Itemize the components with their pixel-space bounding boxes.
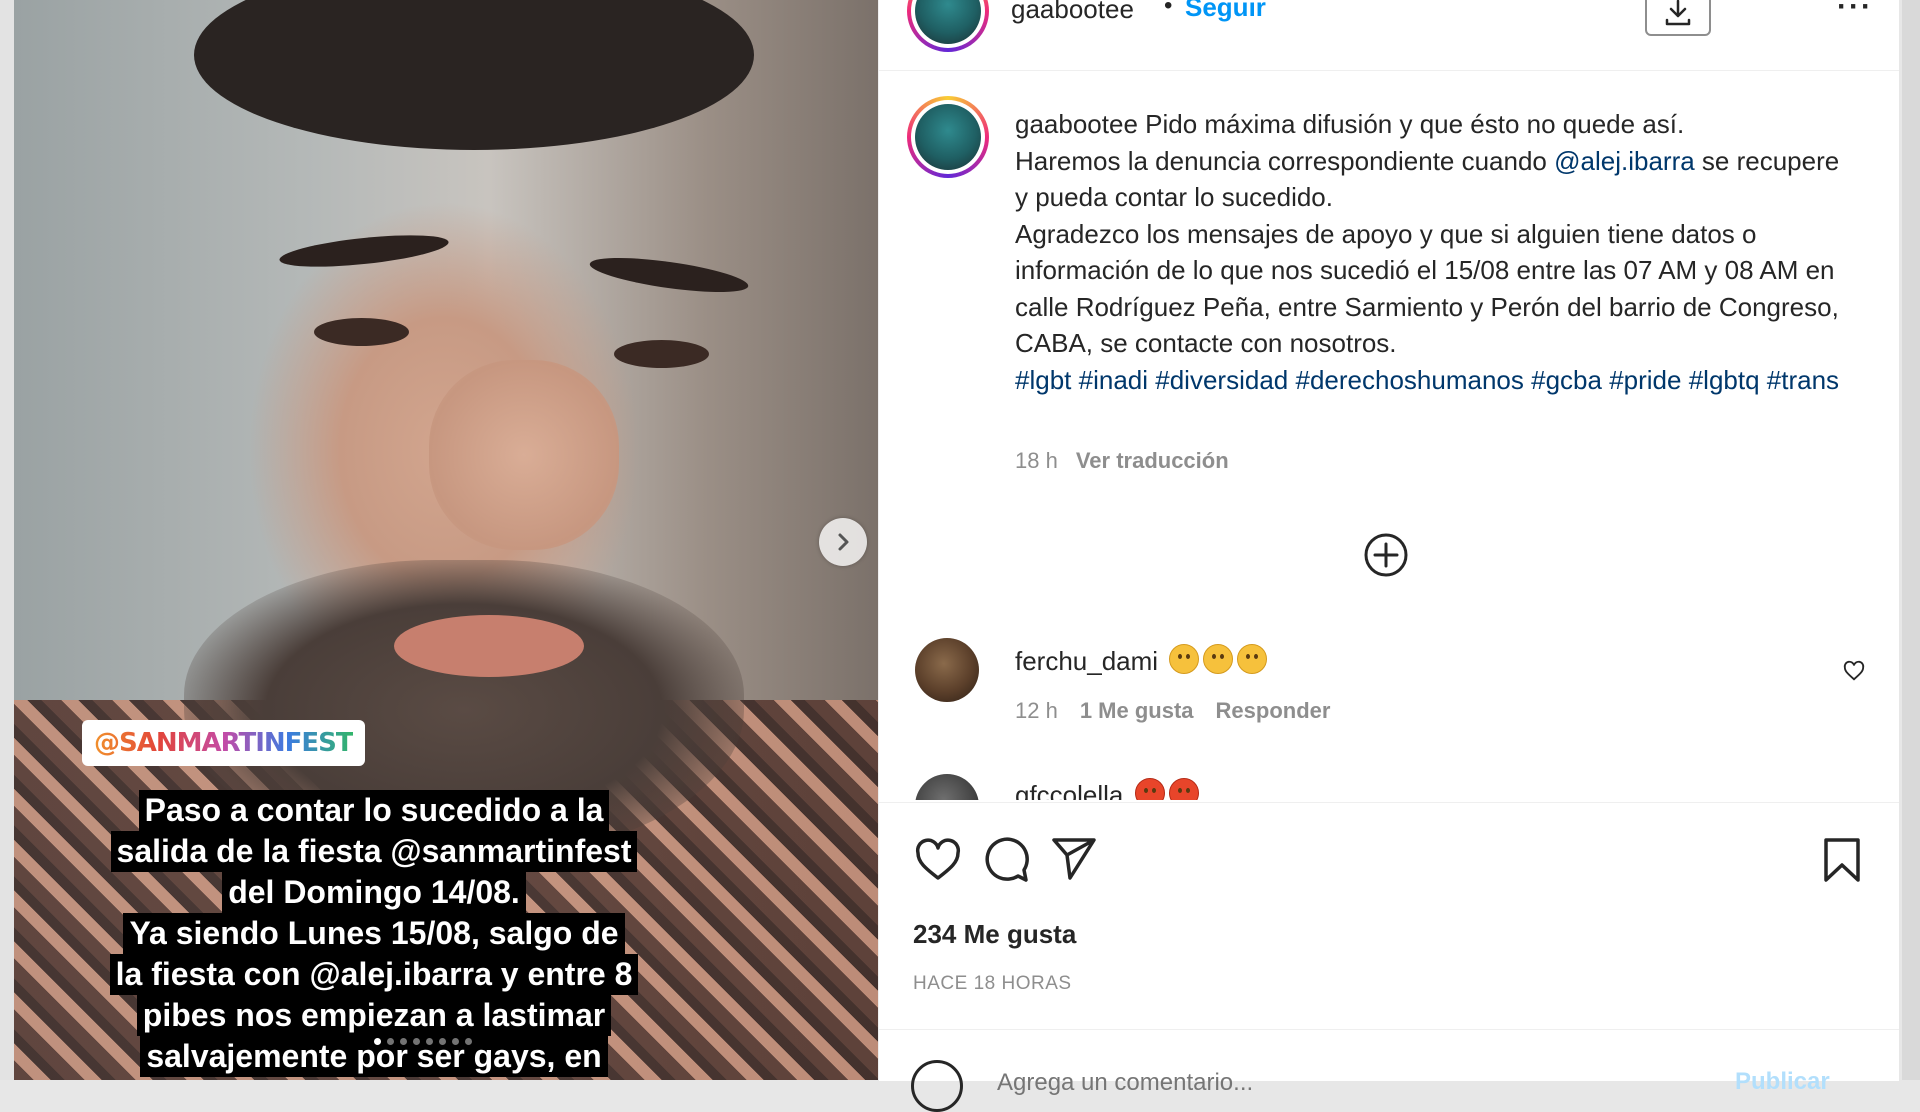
comment-username[interactable]: gfccolella (1015, 780, 1123, 800)
carousel-dot (439, 1038, 446, 1045)
reply-button[interactable]: Responder (1216, 698, 1331, 723)
load-more-comments-icon[interactable] (1363, 532, 1409, 578)
sad-face-emoji (1237, 644, 1268, 674)
sad-face-emoji (1169, 644, 1200, 674)
story-line: salida de la fiesta @sanmartinfest (110, 831, 638, 872)
caption-age: 18 h (1015, 448, 1058, 473)
share-icon[interactable] (1049, 833, 1099, 883)
likes-count[interactable]: 234 Me gusta (913, 919, 1076, 950)
photo-hair (194, 0, 754, 150)
carousel-dot (465, 1038, 472, 1045)
page-backdrop (0, 0, 14, 1080)
hashtag-link[interactable]: #inadi (1079, 365, 1148, 395)
caption-mention-link[interactable]: @alej.ibarra (1554, 146, 1695, 176)
comment-username[interactable]: ferchu_dami (1015, 646, 1158, 676)
comment-item: gfccolella (1015, 778, 1199, 800)
hashtag-link[interactable]: #lgbt (1015, 365, 1071, 395)
publish-button[interactable]: Publicar (1735, 1068, 1830, 1096)
chevron-right-icon (838, 533, 849, 551)
photo-face (429, 360, 619, 550)
story-line: del Domingo 14/08. (222, 872, 526, 913)
hashtag-link[interactable]: #gcba (1531, 365, 1602, 395)
post-timestamp: HACE 18 HORAS (913, 973, 1072, 994)
post-actions: 234 Me gusta HACE 18 HORAS Publicar (879, 802, 1899, 1112)
page-backdrop-right (1902, 0, 1920, 1080)
photo-eye-left (314, 318, 409, 346)
comment-heart-icon[interactable] (1843, 660, 1865, 682)
more-options-button[interactable]: ··· (1837, 0, 1873, 24)
angry-face-emoji (1168, 778, 1199, 800)
heart-icon[interactable] (913, 835, 963, 885)
comment-icon[interactable] (981, 835, 1031, 885)
photo-brow-left (278, 229, 450, 273)
hashtag-link[interactable]: #pride (1609, 365, 1681, 395)
photo-lips (394, 615, 584, 677)
hashtag-link[interactable]: #lgbtq (1689, 365, 1760, 395)
caption-username[interactable]: gaabootee (1015, 109, 1138, 139)
hashtag-link[interactable]: #derechoshumanos (1295, 365, 1523, 395)
story-line: pibes nos empiezan a lastimar (136, 995, 612, 1036)
commenter-avatar[interactable] (915, 638, 979, 702)
emoji-picker-icon[interactable] (911, 1060, 963, 1112)
comment-likes[interactable]: 1 Me gusta (1080, 698, 1194, 723)
caption-text: Agradezco los mensajes de apoyo y que si… (1015, 218, 1839, 359)
caption-text: Pido máxima difusión y que ésto no quede… (1137, 109, 1685, 139)
download-button[interactable] (1645, 0, 1711, 36)
caption-author-avatar[interactable] (907, 96, 989, 178)
story-text: Paso a contar lo sucedido a la salida de… (74, 790, 674, 1077)
comment-input[interactable] (995, 1068, 1599, 1098)
angry-face-emoji (1134, 778, 1165, 800)
story-line: Ya siendo Lunes 15/08, salgo de (123, 913, 625, 954)
bookmark-icon[interactable] (1817, 835, 1867, 885)
post-sidebar: gaabootee • Seguir ··· gaabootee Pido má… (878, 0, 1899, 1112)
hashtag-link[interactable]: #trans (1767, 365, 1839, 395)
caption-text: Haremos la denuncia correspondiente cuan… (1015, 145, 1555, 176)
photo-brow-right (587, 250, 751, 300)
carousel-dot (374, 1038, 381, 1045)
separator-dot: • (1164, 0, 1173, 19)
comments-scroll-area[interactable]: gaabootee • Seguir ··· gaabootee Pido má… (879, 0, 1899, 800)
carousel-dot (413, 1038, 420, 1045)
comment-age: 12 h (1015, 698, 1058, 723)
photo-eye-right (614, 340, 709, 368)
hashtag-link[interactable]: #diversidad (1155, 365, 1288, 395)
author-avatar[interactable] (907, 0, 989, 52)
sad-face-emoji (1203, 644, 1234, 674)
post-header: gaabootee • Seguir ··· (879, 0, 1899, 71)
comment-bar: Publicar (879, 1029, 1899, 1112)
carousel-next-button[interactable] (819, 518, 867, 566)
carousel-dot (387, 1038, 394, 1045)
author-username[interactable]: gaabootee (1011, 0, 1134, 25)
translate-link[interactable]: Ver traducción (1076, 448, 1229, 473)
comment-item: ferchu_dami (1015, 644, 1268, 677)
story-line: Paso a contar lo sucedido a la (138, 790, 610, 831)
carousel-dot (426, 1038, 433, 1045)
carousel-dot (400, 1038, 407, 1045)
post-caption: gaabootee Pido máxima difusión y que ést… (1015, 106, 1855, 398)
carousel-indicator (374, 1038, 472, 1045)
carousel-dot (452, 1038, 459, 1045)
story-mention-sticker: @SANMARTINFEST (82, 720, 365, 766)
caption-meta: 18 h Ver traducción (1015, 448, 1229, 474)
story-line: la fiesta con @alej.ibarra y entre 8 (109, 954, 639, 995)
caption-hashtags: #lgbt #inadi #diversidad #derechoshumano… (1015, 365, 1839, 395)
commenter-avatar[interactable] (915, 774, 979, 800)
download-icon (1665, 0, 1691, 26)
comment-meta: 12 h 1 Me gusta Responder (1015, 698, 1330, 724)
post-photo[interactable]: @SANMARTINFEST Paso a contar lo sucedido… (14, 0, 878, 1080)
follow-button[interactable]: Seguir (1185, 0, 1266, 23)
